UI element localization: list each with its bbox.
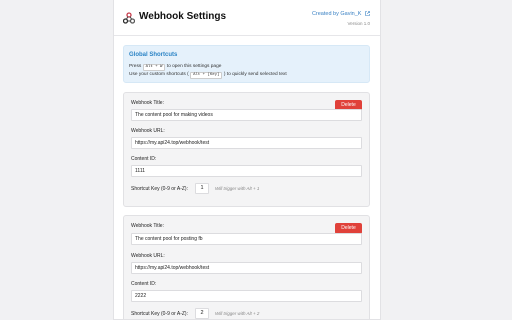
webhook-url-label: Webhook URL: [131, 128, 165, 134]
shortcut-key-label: Shortcut Key (0-9 or A-Z): [131, 186, 188, 192]
shortcuts-title: Global Shortcuts [129, 52, 178, 58]
settings-card: Webhook Settings Created by Gavin_K Vers… [113, 0, 381, 320]
version-label: Version 1.0 [347, 21, 370, 26]
creator-link-label: Created by Gavin_K [311, 11, 362, 17]
shortcut-key-input[interactable]: 2 [195, 308, 209, 319]
webhook-url-input[interactable]: https://my.api24.top/webhook/test [131, 262, 362, 274]
page-header: Webhook Settings Created by Gavin_K Vers… [114, 0, 380, 36]
shortcut-key-input[interactable]: 1 [195, 183, 209, 194]
webhook-url-input[interactable]: https://my.api24.top/webhook/test [131, 137, 362, 149]
content-id-label: Content ID: [131, 281, 157, 287]
shortcut-hint: Will trigger with Alt + 1 [215, 186, 260, 191]
webhook-title-input[interactable]: The content pool for making videos [131, 109, 362, 121]
webhook-url-label: Webhook URL: [131, 253, 165, 259]
shortcut-line-open: Press Alt + W to open this settings page [129, 64, 221, 71]
external-link-icon [365, 11, 370, 16]
webhook-logo-icon [123, 12, 135, 24]
shortcut-text: Use your custom shortcuts ( [129, 72, 189, 77]
creator-link[interactable]: Created by Gavin_K [312, 11, 370, 17]
webhook-title-label: Webhook Title: [131, 223, 164, 229]
webhook-entry: Webhook Title: Delete The content pool f… [123, 215, 370, 319]
shortcut-key-label: Shortcut Key (0-9 or A-Z): [131, 311, 188, 317]
shortcut-text: ) to quickly send selected text [223, 72, 287, 77]
webhook-title-label: Webhook Title: [131, 100, 164, 106]
page-title: Webhook Settings [139, 11, 227, 22]
shortcut-text: Press [129, 64, 142, 69]
content-id-label: Content ID: [131, 156, 157, 162]
content-id-input[interactable]: 2222 [131, 290, 362, 302]
shortcut-key-badge: Alt + [Key] [190, 72, 223, 79]
global-shortcuts-panel: Global Shortcuts Press Alt + W to open t… [123, 45, 370, 83]
shortcut-text: to open this settings page [166, 64, 222, 69]
shortcut-line-send: Use your custom shortcuts ( Alt + [Key] … [129, 72, 287, 79]
webhook-title-input[interactable]: The content pool for posting fb [131, 233, 362, 245]
content-id-input[interactable]: 1111 [131, 165, 362, 177]
webhook-entry: Webhook Title: Delete The content pool f… [123, 92, 370, 207]
shortcut-hint: Will trigger with Alt + 2 [215, 311, 260, 316]
shortcut-key-badge: Alt + W [142, 64, 166, 71]
